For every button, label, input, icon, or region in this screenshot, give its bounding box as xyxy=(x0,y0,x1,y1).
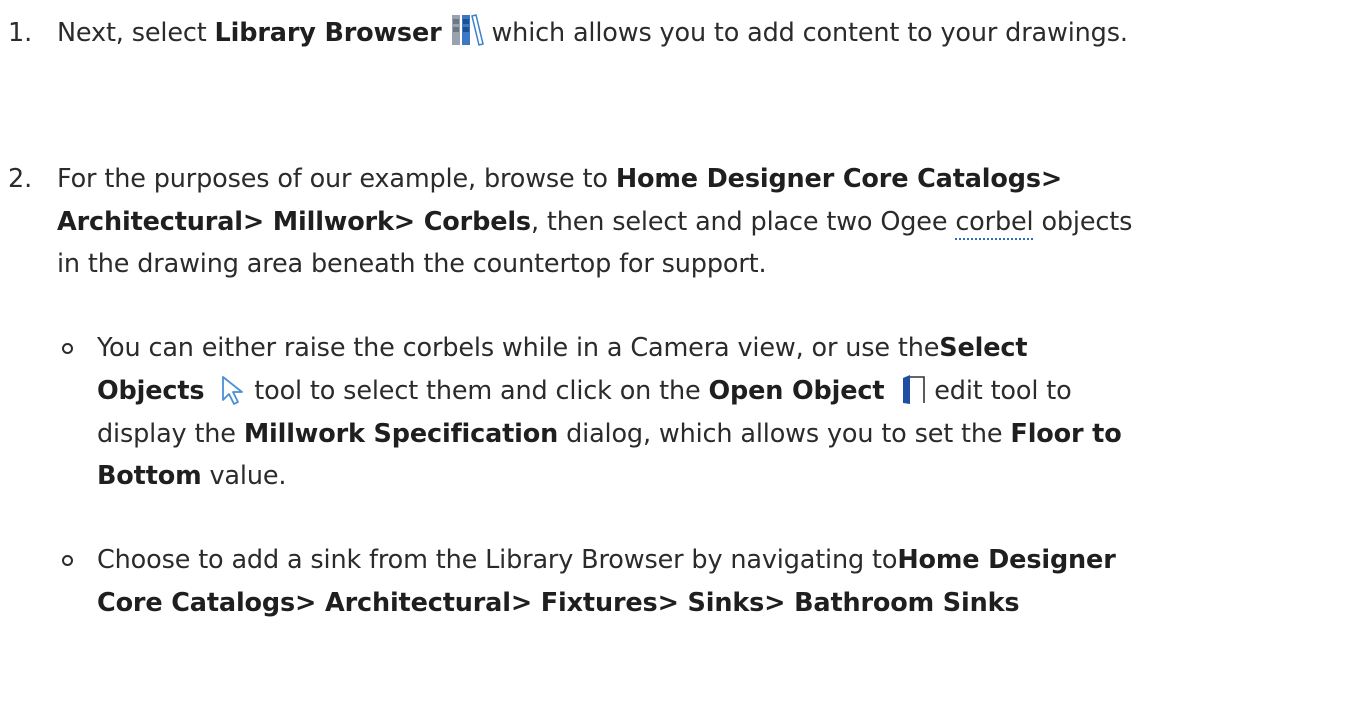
millwork-path-label: Architectural> Millwork> Corbels xyxy=(57,207,531,237)
bullet-text-line2: Core Catalogs> Architectural> Fixtures> … xyxy=(97,582,1020,624)
step-text-lead: Next, select xyxy=(57,18,215,48)
step-number: 1. xyxy=(8,18,33,48)
open-object-label: Open Object xyxy=(708,376,885,406)
step-text-rest: which allows you to add content to your … xyxy=(483,18,1128,48)
document-page: 1. Next, select Library Browser which al… xyxy=(0,0,1346,720)
bullet-circle-icon xyxy=(62,555,73,566)
bullet-text-plain: You can either raise the corbels while i… xyxy=(97,333,940,363)
bullet-text-line2: Objects tool to select them and click on… xyxy=(97,370,1072,418)
bullet-text-plain: Choose to add a sink from the Library Br… xyxy=(97,545,898,575)
catalog-path-label: Home Designer Core Catalogs> xyxy=(615,164,1063,194)
step-text-line2: Architectural> Millwork> Corbels, then s… xyxy=(57,201,1132,243)
library-browser-icon xyxy=(450,13,484,60)
bullet-text-line1: You can either raise the corbels while i… xyxy=(97,327,1028,369)
corbel-glossary-link[interactable]: corbel xyxy=(955,207,1034,240)
bullet-text-line4: Bottom value. xyxy=(97,455,287,497)
bullet-text-plain: dialog, which allows you to set the xyxy=(558,419,1011,449)
select-objects-arrow-icon xyxy=(220,375,246,418)
objects-label: Objects xyxy=(97,376,205,406)
bullet-text-plain: value. xyxy=(201,461,287,491)
bullet-text-plain: display the xyxy=(97,419,244,449)
bullet-text-line1: Choose to add a sink from the Library Br… xyxy=(97,539,1116,581)
step-number: 2. xyxy=(8,164,33,194)
bullet-circle-icon xyxy=(62,343,73,354)
sinks-path-label: Core Catalogs> Architectural> Fixtures> … xyxy=(97,588,1020,618)
open-object-icon xyxy=(900,373,926,418)
step-text-line1: For the purposes of our example, browse … xyxy=(57,164,608,194)
millwork-specification-label: Millwork Specification xyxy=(243,419,559,449)
step-text-line3: in the drawing area beneath the countert… xyxy=(57,249,767,279)
bullet-text-plain: edit tool to xyxy=(926,376,1072,406)
step-text-line2-plain: , then select and place two Ogee xyxy=(530,207,956,237)
library-browser-label: Library Browser xyxy=(214,18,442,48)
select-label: Select xyxy=(939,333,1028,363)
bullet-text-line3: display the Millwork Specification dialo… xyxy=(97,413,1122,455)
step-text: For the purposes of our example, browse … xyxy=(57,158,1062,200)
step-text-line2-end: objects xyxy=(1033,207,1133,237)
step-text: Next, select Library Browser which allow… xyxy=(57,12,1128,60)
bottom-label: Bottom xyxy=(97,461,202,491)
home-designer-label: Home Designer xyxy=(897,545,1116,575)
bullet-text-plain: tool to select them and click on the xyxy=(246,376,701,406)
floor-to-label: Floor to xyxy=(1010,419,1122,449)
